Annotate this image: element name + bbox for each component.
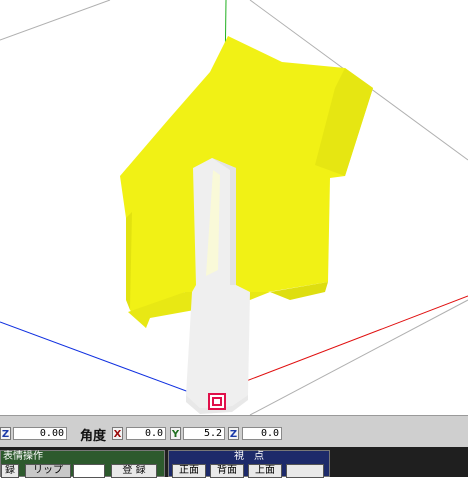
yellow-model (120, 36, 373, 328)
view-extra-button[interactable] (286, 464, 324, 478)
angle-y-tag: Y (170, 427, 181, 440)
expression-record-button[interactable]: 録 (1, 464, 19, 478)
expression-register-button[interactable]: 登 録 (111, 464, 157, 478)
angle-label: 角度 (80, 429, 107, 444)
coordinate-bar: Z 0.00 角度 X 0.0 Y 5.2 Z 0.0 (0, 415, 468, 447)
bottom-panel-area: 表情操作 録 リップ 登 録 視 点 正面 背面 上面 (0, 447, 468, 478)
x-axis-line (227, 295, 468, 389)
view-back-button[interactable]: 背面 (210, 464, 244, 478)
expression-panel-title: 表情操作 (3, 451, 43, 462)
lip-dropdown[interactable]: リップ (25, 464, 71, 478)
expression-value-field[interactable] (73, 464, 105, 478)
angle-z-field[interactable]: 0.0 (242, 427, 282, 440)
expression-panel: 表情操作 録 リップ 登 録 (0, 450, 165, 478)
grid-line (249, 299, 468, 415)
view-panel-title: 視 点 (234, 451, 264, 462)
angle-x-tag: X (112, 427, 123, 440)
grid-line (0, 0, 111, 41)
scene (0, 0, 468, 415)
angle-z-tag: Z (228, 427, 239, 440)
view-panel: 視 点 正面 背面 上面 (168, 450, 330, 478)
position-z-field[interactable]: 0.00 (13, 427, 67, 440)
view-front-button[interactable]: 正面 (172, 464, 206, 478)
view-top-button[interactable]: 上面 (248, 464, 282, 478)
selected-bone-icon[interactable] (208, 393, 226, 410)
z-axis-tag: Z (0, 427, 11, 440)
angle-y-field[interactable]: 5.2 (183, 427, 225, 440)
z-axis-line (0, 321, 217, 403)
3d-viewport[interactable] (0, 0, 468, 415)
angle-x-field[interactable]: 0.0 (126, 427, 166, 440)
